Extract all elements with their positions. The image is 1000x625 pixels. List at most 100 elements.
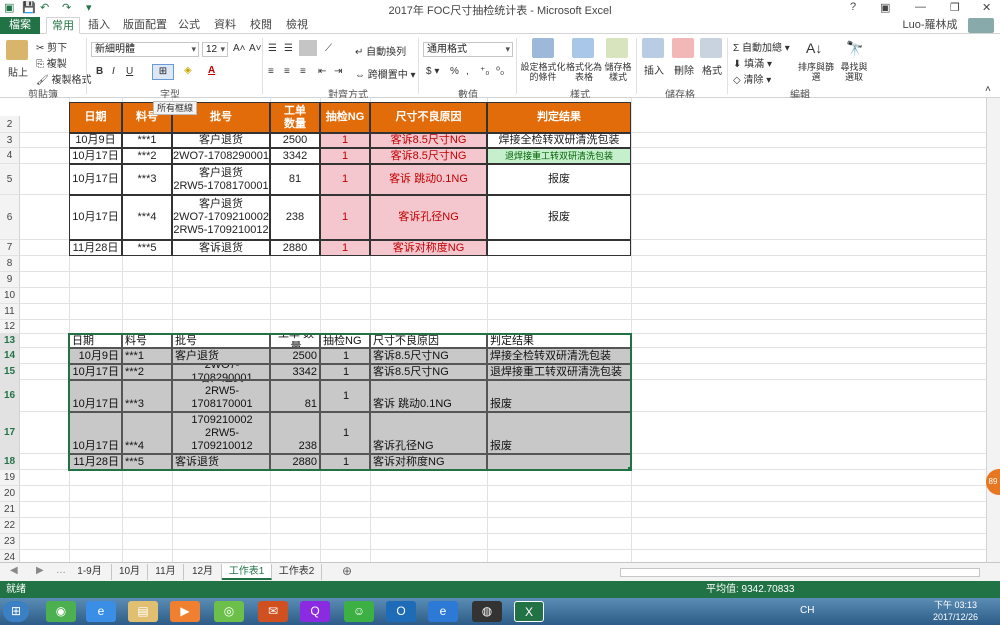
t2-cell[interactable]: 1 [320,454,370,470]
t1-cell[interactable]: 1 [320,195,370,240]
merge-center-button[interactable]: ⇔ 跨欄置中 ▾ [355,66,416,81]
t2-cell[interactable]: 11月28日 [69,454,122,470]
t2-cell[interactable]: 1 [320,380,370,412]
binoculars-icon[interactable]: 🔭 [846,40,863,57]
sheet-tab-1-9[interactable]: 1-9月 [68,564,112,580]
t2-cell[interactable]: 2WO7-1708290001 [172,364,270,380]
wechat-icon[interactable]: ☺ [344,601,374,622]
row-header[interactable]: 8 [0,256,20,272]
t1-cell[interactable]: 10月17日 [69,148,122,164]
input-lang[interactable]: CH [800,605,814,616]
t1-cell[interactable]: ***4 [122,195,172,240]
t1-cell[interactable]: 1 [320,133,370,148]
t1-cell[interactable]: ***5 [122,240,172,256]
user-avatar[interactable] [968,18,994,33]
t1-cell[interactable]: 客诉孔径NG [370,195,487,240]
t2-cell[interactable]: 2500 [270,348,320,364]
ribbon-display-button[interactable]: ▣ [880,1,890,14]
align-right-icon[interactable]: ≡ [300,66,306,77]
more-sheets-icon[interactable]: … [56,565,66,576]
tab-page-layout[interactable]: 版面配置 [120,17,170,34]
t2-cell[interactable]: 10月17日 [69,380,122,412]
t1-cell[interactable]: 81 [270,164,320,195]
t1-cell[interactable]: 客诉对称度NG [370,240,487,256]
row-header[interactable]: 23 [0,534,20,550]
t2-cell[interactable]: ***5 [122,454,172,470]
sheet-tab-sheet1[interactable]: 工作表1 [222,564,272,580]
t1-cell[interactable]: 2880 [270,240,320,256]
t1-cell[interactable]: 报废 [487,164,631,195]
decrease-decimal-icon[interactable]: ⁰₀ [496,66,504,77]
t2-cell[interactable]: 10月9日 [69,348,122,364]
t2-cell[interactable]: 报废 [487,380,631,412]
t2-cell[interactable]: 客诉退货 [172,454,270,470]
t2-cell[interactable]: 238 [270,412,320,454]
t2-header[interactable]: 批号 [172,334,270,348]
tab-view[interactable]: 檢視 [282,17,312,34]
scroll-left-icon[interactable]: ◀ [10,565,18,576]
row-header[interactable]: 15 [0,364,20,380]
italic-button[interactable]: I [112,66,115,77]
t1-cell[interactable]: 11月28日 [69,240,122,256]
format-cells-icon[interactable] [700,38,722,58]
t2-cell[interactable]: 客户退货 [172,348,270,364]
excel-taskbar-icon[interactable]: X [514,601,544,622]
t1-cell[interactable]: 1 [320,148,370,164]
t1-cell[interactable]: 客户退货 2RW5-1708170001 [172,164,270,195]
t2-cell[interactable]: 81 [270,380,320,412]
t2-cell[interactable]: 10月17日 [69,364,122,380]
t1-cell[interactable]: 1 [320,164,370,195]
row-header[interactable]: 13 [0,334,20,348]
t2-header[interactable]: 尺寸不良原因 [370,334,487,348]
restore-button[interactable]: ❐ [950,1,960,14]
borders-button[interactable]: ⊞ [152,64,174,80]
t1-cell[interactable]: 客诉8.5尺寸NG [370,148,487,164]
fill-handle[interactable] [628,467,632,471]
tab-formulas[interactable]: 公式 [174,17,204,34]
clear-button[interactable]: ◇ 清除 ▾ [733,71,771,86]
collapse-ribbon-icon[interactable]: ˄ [985,84,991,95]
autosum-button[interactable]: Σ 自動加總 ▾ [733,39,790,54]
find-select-button[interactable]: 尋找與選取 [840,62,868,82]
cut-button[interactable]: ✂ 剪下 [36,39,67,54]
add-sheet-icon[interactable]: ⊕ [342,564,352,578]
grow-font-icon[interactable]: A˄ [233,43,246,54]
currency-icon[interactable]: $ ▾ [426,66,439,77]
row-header[interactable]: 18 [0,454,20,470]
t1-cell[interactable]: 3342 [270,148,320,164]
t2-cell[interactable]: 客诉 跳动0.1NG [370,380,487,412]
explorer-icon[interactable]: ▤ [128,601,158,622]
app-circle-icon[interactable]: ◍ [472,601,502,622]
row-header[interactable]: 16 [0,380,20,412]
font-color-icon[interactable]: A [208,65,215,76]
t1-cell[interactable]: 2500 [270,133,320,148]
t1-cell[interactable]: 退焊接重工转双研清洗包装 [487,148,631,164]
t2-header[interactable]: 日期 [69,334,122,348]
row-header[interactable]: 10 [0,288,20,304]
insert-cells-button[interactable]: 插入 [644,62,664,77]
row-header[interactable]: 2 [0,116,20,133]
t1-cell[interactable]: 客诉退货 [172,240,270,256]
delete-cells-button[interactable]: 刪除 [674,62,694,77]
chrome-icon[interactable]: ◉ [46,601,76,622]
fill-color-icon[interactable]: ◈ [184,65,192,76]
t2-cell[interactable]: 3342 [270,364,320,380]
t2-cell[interactable]: 1 [320,412,370,454]
top-align-icon[interactable]: ☰ [268,43,277,54]
t1-header[interactable]: 日期 [69,102,122,133]
browser-icon[interactable]: ◎ [214,601,244,622]
media-player-icon[interactable]: ▶ [170,601,200,622]
horizontal-scrollbar[interactable] [620,568,980,577]
sort-filter-icon[interactable]: A↓ [806,40,822,56]
conditional-format-icon[interactable] [532,38,554,58]
t2-cell[interactable]: 1 [320,348,370,364]
ie-icon[interactable]: e [86,601,116,622]
app-q-icon[interactable]: Q [300,601,330,622]
t2-cell[interactable]: ***4 [122,412,172,454]
t2-header[interactable]: 判定结果 [487,334,631,348]
row-header[interactable]: 6 [0,195,20,240]
ie-2-icon[interactable]: e [428,601,458,622]
t2-cell[interactable]: 客户退货 2RW5-1708170001 [172,380,270,412]
t1-cell[interactable]: 客诉 跳动0.1NG [370,164,487,195]
shrink-font-icon[interactable]: A˅ [249,43,262,54]
